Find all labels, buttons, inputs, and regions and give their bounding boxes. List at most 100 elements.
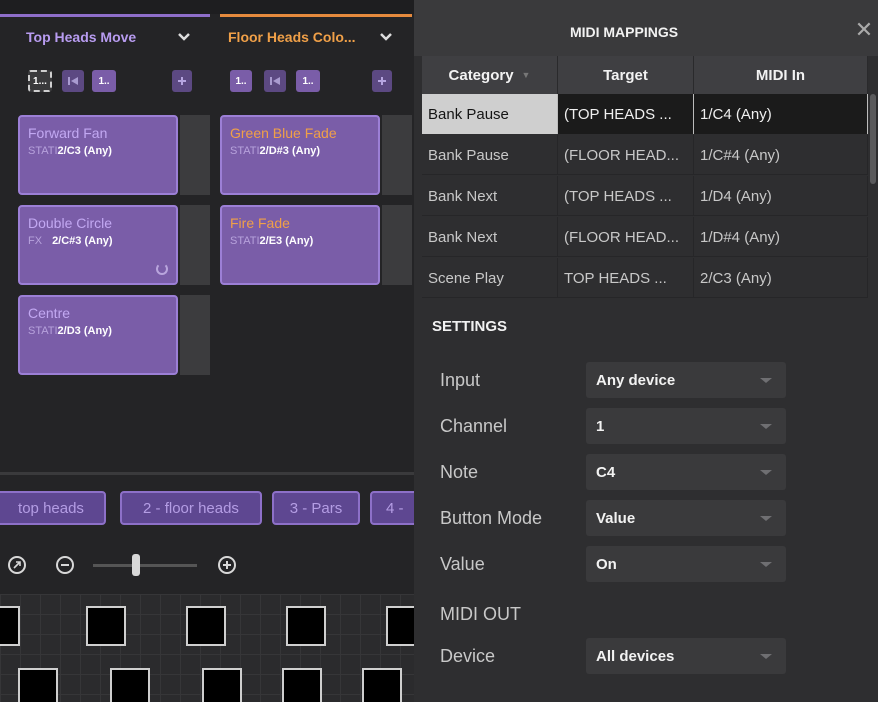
table-row[interactable]: Bank Next (FLOOR HEAD... 1/D#4 (Any): [422, 217, 868, 257]
bank-button[interactable]: top heads: [0, 491, 106, 525]
fixture-square[interactable]: [202, 668, 242, 702]
chevron-down-icon[interactable]: [176, 29, 192, 45]
fixture-square[interactable]: [110, 668, 150, 702]
cue-name: Forward Fan: [28, 125, 108, 141]
cue-mode: FX: [28, 235, 43, 247]
cell-category: Bank Pause: [422, 135, 558, 175]
zoom-out-icon[interactable]: [56, 556, 74, 574]
close-icon[interactable]: ✕: [854, 19, 874, 41]
cue-midi-key: 2/C#3 (Any): [52, 235, 113, 247]
fixture-grid[interactable]: [0, 594, 426, 702]
setting-label: Input: [440, 370, 481, 390]
midi-out-heading: MIDI OUT: [440, 604, 521, 624]
table-scrollbar[interactable]: [870, 94, 876, 184]
cue-mode: STATI: [28, 145, 58, 157]
chevron-down-icon: [760, 378, 772, 383]
column-title: Top Heads Move: [26, 28, 137, 45]
cell-midi-in: 2/C3 (Any): [694, 258, 868, 298]
chevron-down-icon[interactable]: [378, 29, 394, 45]
midi-mappings-dialog: MIDI MAPPINGS ✕ Category ▼ Target MIDI In…: [414, 0, 878, 702]
zoom-slider-thumb[interactable]: [132, 554, 140, 576]
cue-tile[interactable]: Green Blue Fade STATI2/D#3 (Any): [220, 115, 380, 195]
table-header: Category ▼ Target MIDI In: [422, 56, 868, 94]
table-row[interactable]: Bank Next (TOP HEADS ... 1/D4 (Any): [422, 176, 868, 216]
cell-category: Scene Play: [422, 258, 558, 298]
setting-label: Value: [440, 554, 485, 574]
column-header-midi-in[interactable]: MIDI In: [694, 56, 868, 94]
setting-value: Value On: [440, 546, 790, 582]
table-row[interactable]: Bank Pause (TOP HEADS ... 1/C4 (Any): [422, 94, 868, 134]
setting-label: Channel: [440, 416, 508, 436]
fixture-square[interactable]: [186, 606, 226, 646]
cell-category: Bank Pause: [422, 94, 558, 134]
setting-button-mode: Button Mode Value: [440, 500, 790, 536]
cue-tile[interactable]: Centre STATI2/D3 (Any): [18, 295, 178, 375]
tile-side-handle[interactable]: [382, 205, 412, 285]
dialog-title: MIDI MAPPINGS: [569, 24, 679, 40]
cue-mode: STATI: [230, 235, 260, 247]
note-select[interactable]: C4: [586, 454, 786, 490]
column-header-floor-heads[interactable]: Floor Heads Colo...: [220, 14, 412, 56]
device-select[interactable]: All devices: [586, 638, 786, 674]
bank-select-button[interactable]: 1..: [230, 70, 252, 92]
bank-button[interactable]: 2 - floor heads: [120, 491, 262, 525]
skip-back-icon[interactable]: [62, 70, 84, 92]
column-header-category[interactable]: Category ▼: [422, 56, 558, 94]
setting-note: Note C4: [440, 454, 790, 490]
tile-side-handle[interactable]: [382, 115, 412, 195]
cell-target: (TOP HEADS ...: [558, 176, 694, 216]
tile-side-handle[interactable]: [180, 115, 210, 195]
fixture-square[interactable]: [286, 606, 326, 646]
table-row[interactable]: Scene Play TOP HEADS ... 2/C3 (Any): [422, 258, 868, 298]
setting-label: Button Mode: [440, 508, 543, 528]
value-select[interactable]: On: [586, 546, 786, 582]
page-button[interactable]: 1..: [92, 70, 116, 92]
settings-title: SETTINGS: [432, 318, 508, 335]
setting-label: Device: [440, 646, 496, 666]
cell-target: (FLOOR HEAD...: [558, 135, 694, 175]
chevron-down-icon: [760, 470, 772, 475]
plus-icon[interactable]: [372, 70, 392, 92]
input-select[interactable]: Any device: [586, 362, 786, 398]
fixture-square[interactable]: [362, 668, 402, 702]
cue-name: Green Blue Fade: [230, 125, 337, 141]
zoom-in-icon[interactable]: [218, 556, 236, 574]
cue-tile[interactable]: Forward Fan STATI2/C3 (Any): [18, 115, 178, 195]
bank-button[interactable]: 3 - Pars: [272, 491, 360, 525]
cue-tile[interactable]: Double Circle FX 2/C#3 (Any): [18, 205, 178, 285]
chevron-down-icon: [760, 424, 772, 429]
plus-icon[interactable]: [172, 70, 192, 92]
cell-target: TOP HEADS ...: [558, 258, 694, 298]
table-row[interactable]: Bank Pause (FLOOR HEAD... 1/C#4 (Any): [422, 135, 868, 175]
cue-midi-key: 2/E3 (Any): [259, 235, 314, 247]
bank-select-button[interactable]: 1...: [28, 70, 52, 92]
cue-panel: Top Heads Move Floor Heads Colo... 1... …: [0, 0, 430, 702]
skip-back-icon[interactable]: [264, 70, 286, 92]
button-mode-select[interactable]: Value: [586, 500, 786, 536]
cue-mode: STATI: [28, 325, 58, 337]
cue-midi-key: 2/D#3 (Any): [259, 145, 321, 157]
zoom-slider-track[interactable]: [93, 564, 197, 567]
divider: [0, 472, 414, 475]
dialog-titlebar: MIDI MAPPINGS ✕: [414, 0, 878, 56]
fixture-square[interactable]: [18, 668, 58, 702]
target-icon[interactable]: [8, 556, 26, 574]
fixture-square[interactable]: [0, 606, 20, 646]
cell-midi-in: 1/D4 (Any): [694, 176, 868, 216]
setting-device: Device All devices: [440, 638, 790, 674]
fixture-square[interactable]: [86, 606, 126, 646]
column-header-top-heads[interactable]: Top Heads Move: [0, 14, 210, 56]
cell-midi-in: 1/C#4 (Any): [694, 135, 868, 175]
fixture-square[interactable]: [282, 668, 322, 702]
cue-tile[interactable]: Fire Fade STATI2/E3 (Any): [220, 205, 380, 285]
cue-name: Double Circle: [28, 215, 113, 231]
tile-side-handle[interactable]: [180, 205, 210, 285]
cue-mode: STATI: [230, 145, 260, 157]
tile-side-handle[interactable]: [180, 295, 210, 375]
column-title: Floor Heads Colo...: [228, 28, 356, 45]
cell-target: (FLOOR HEAD...: [558, 217, 694, 257]
column-header-target[interactable]: Target: [558, 56, 694, 94]
page-button[interactable]: 1..: [296, 70, 320, 92]
channel-select[interactable]: 1: [586, 408, 786, 444]
panel-top-strip: [0, 0, 414, 14]
